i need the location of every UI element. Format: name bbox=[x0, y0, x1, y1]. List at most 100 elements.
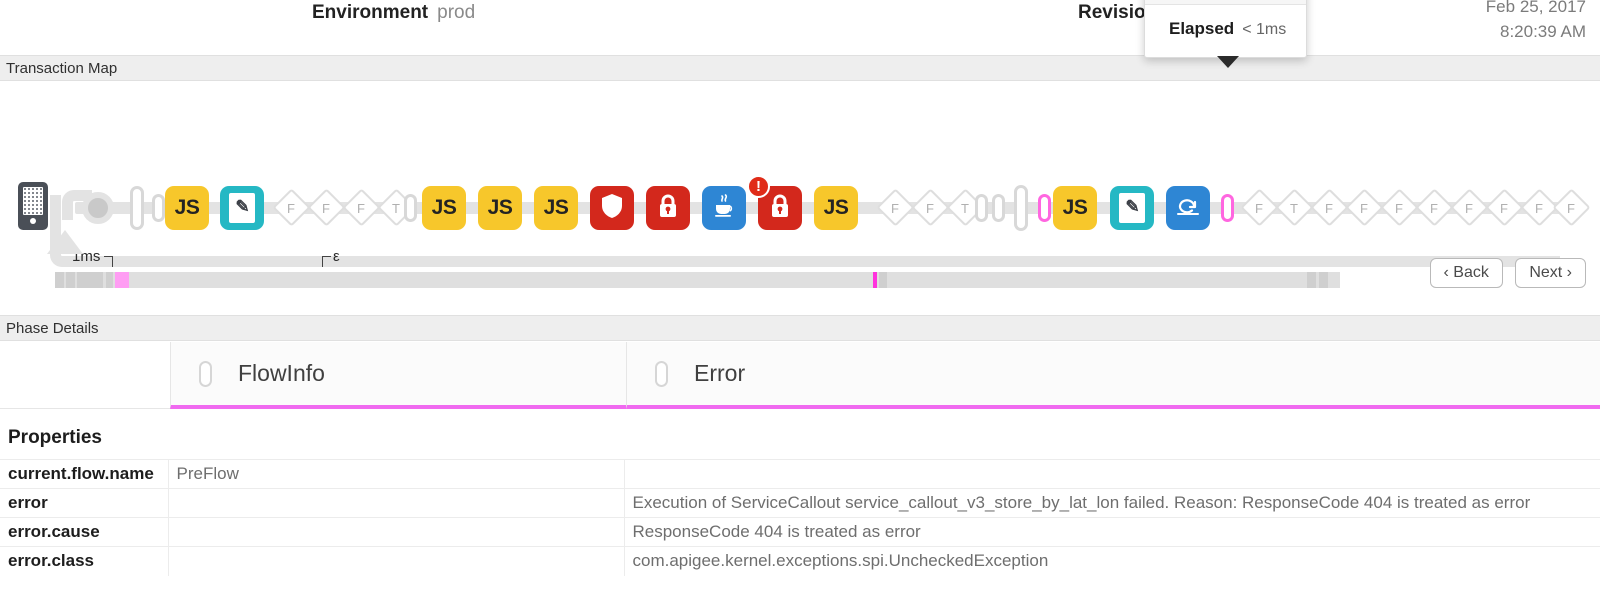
phase-detail-tabs[interactable]: FlowInfo Error bbox=[0, 342, 1600, 409]
timeline-segment[interactable] bbox=[66, 272, 75, 288]
javascript-policy-icon[interactable]: JS bbox=[165, 186, 209, 230]
phase-marker-icon[interactable] bbox=[404, 194, 417, 222]
flow-condition-icon[interactable]: F bbox=[1450, 189, 1488, 227]
flow-condition-icon[interactable]: F bbox=[272, 189, 310, 227]
timeline-segment[interactable] bbox=[115, 272, 129, 288]
timeline-epsilon-label: ε bbox=[333, 248, 340, 265]
next-button[interactable]: Next › bbox=[1515, 258, 1586, 288]
flow-condition-icon[interactable]: F bbox=[911, 189, 949, 227]
tab-error-label: Error bbox=[694, 360, 745, 387]
table-row: errorExecution of ServiceCallout service… bbox=[0, 489, 1600, 518]
pill-icon bbox=[199, 361, 212, 387]
timeline-segment[interactable] bbox=[1319, 272, 1328, 288]
transaction-map[interactable]: JS✎FFFTJSJSJS!JSFFTJS✎FTFFFFFFFF bbox=[0, 82, 1600, 232]
javascript-policy-icon[interactable]: JS bbox=[422, 186, 466, 230]
error-marker-icon[interactable] bbox=[1221, 194, 1234, 222]
timeline-segment[interactable] bbox=[873, 272, 877, 288]
timeline-bar[interactable] bbox=[55, 272, 1340, 288]
javascript-policy-icon: JS bbox=[814, 186, 858, 230]
property-flowinfo-value bbox=[168, 489, 624, 518]
javascript-policy-icon: JS bbox=[1053, 186, 1097, 230]
trace-page: Environmentprod Revision Feb 25, 2017 8:… bbox=[0, 0, 1600, 596]
flow-condition-icon[interactable]: F bbox=[876, 189, 914, 227]
phase-marker-tall-icon[interactable] bbox=[130, 186, 144, 230]
flow-condition-icon[interactable]: F bbox=[342, 189, 380, 227]
assign-message-policy-icon[interactable]: ✎ bbox=[220, 186, 264, 230]
spike-arrest-policy-icon[interactable] bbox=[590, 186, 634, 230]
flow-condition-icon[interactable]: F bbox=[1485, 189, 1523, 227]
environment-meta: Environment prod bbox=[312, 2, 475, 24]
environment-label: Environment bbox=[312, 2, 428, 23]
error-marker-icon[interactable] bbox=[1038, 194, 1051, 222]
phase-marker-icon[interactable] bbox=[992, 194, 1005, 222]
flow-condition-icon[interactable]: F bbox=[307, 189, 345, 227]
timeline-segment[interactable] bbox=[55, 272, 64, 288]
timeline-epsilon-tick-icon bbox=[322, 256, 331, 267]
flow-condition-label: T bbox=[1275, 189, 1313, 227]
flow-condition-icon[interactable]: F bbox=[1310, 189, 1348, 227]
assign-message-policy-icon[interactable]: ✎ bbox=[1110, 186, 1154, 230]
oauth-policy-error-icon: ! bbox=[758, 186, 802, 230]
javascript-policy-icon: JS bbox=[422, 186, 466, 230]
assign-message-policy-icon: ✎ bbox=[1110, 186, 1154, 230]
java-callout-policy-icon bbox=[702, 186, 746, 230]
timeline-scrubber[interactable]: 1ms ε bbox=[0, 248, 1600, 308]
spike-arrest-policy-icon bbox=[590, 186, 634, 230]
javascript-policy-icon[interactable]: JS bbox=[478, 186, 522, 230]
phase-marker-tall-icon[interactable] bbox=[1014, 185, 1028, 231]
javascript-policy-icon: JS bbox=[165, 186, 209, 230]
timeline-segment[interactable] bbox=[106, 272, 113, 288]
flow-condition-label: F bbox=[1310, 189, 1348, 227]
property-flowinfo-value bbox=[168, 547, 624, 576]
javascript-policy-icon: JS bbox=[534, 186, 578, 230]
flow-condition-icon[interactable]: F bbox=[1552, 189, 1590, 227]
oauth-policy-icon[interactable] bbox=[646, 186, 690, 230]
tooltip-elapsed-value: < 1ms bbox=[1242, 21, 1286, 38]
table-row: error.classcom.apigee.kernel.exceptions.… bbox=[0, 547, 1600, 576]
error-badge-icon: ! bbox=[747, 175, 770, 198]
javascript-policy-icon: JS bbox=[478, 186, 522, 230]
property-error-value: ResponseCode 404 is treated as error bbox=[624, 518, 1600, 547]
flow-condition-icon[interactable]: T bbox=[1275, 189, 1313, 227]
property-error-value: Execution of ServiceCallout service_call… bbox=[624, 489, 1600, 518]
table-row: current.flow.namePreFlow bbox=[0, 460, 1600, 489]
javascript-policy-icon[interactable]: JS bbox=[1053, 186, 1097, 230]
properties-table: current.flow.namePreFlowerrorExecution o… bbox=[0, 459, 1600, 576]
flow-condition-icon[interactable]: F bbox=[1240, 189, 1278, 227]
environment-value: prod bbox=[437, 2, 475, 23]
transaction-map-section-header: Transaction Map bbox=[0, 55, 1600, 81]
property-flowinfo-value bbox=[168, 518, 624, 547]
javascript-policy-icon[interactable]: JS bbox=[814, 186, 858, 230]
request-start-icon[interactable] bbox=[82, 192, 114, 224]
oauth-policy-error-icon[interactable]: ! bbox=[758, 186, 802, 230]
timeline-segment[interactable] bbox=[77, 272, 103, 288]
javascript-policy-icon[interactable]: JS bbox=[534, 186, 578, 230]
java-callout-policy-icon[interactable] bbox=[702, 186, 746, 230]
back-button[interactable]: ‹ Back bbox=[1430, 258, 1503, 288]
flow-condition-icon[interactable]: F bbox=[1415, 189, 1453, 227]
mobile-device-icon[interactable] bbox=[18, 182, 48, 230]
response-arrow-icon bbox=[47, 230, 83, 254]
flow-condition-label: F bbox=[1380, 189, 1418, 227]
timeline-navigation[interactable]: ‹ Back Next › bbox=[1422, 258, 1586, 288]
flow-condition-label: F bbox=[307, 189, 345, 227]
trace-time: 8:20:39 AM bbox=[1486, 19, 1586, 44]
flow-condition-icon[interactable]: F bbox=[1345, 189, 1383, 227]
flow-condition-label: F bbox=[1450, 189, 1488, 227]
tooltip-elapsed-label: Elapsed bbox=[1169, 19, 1234, 38]
property-key: error.cause bbox=[0, 518, 168, 547]
timeline-segment[interactable] bbox=[1307, 272, 1316, 288]
service-callout-policy-icon[interactable] bbox=[1166, 186, 1210, 230]
phase-details-section-header: Phase Details bbox=[0, 315, 1600, 341]
policy-tooltip[interactable]: Error Elapsed< 1ms bbox=[1144, 0, 1307, 58]
tab-error[interactable]: Error bbox=[626, 342, 1600, 409]
property-flowinfo-value: PreFlow bbox=[168, 460, 624, 489]
phase-marker-icon[interactable] bbox=[152, 194, 165, 222]
flow-condition-label: F bbox=[1415, 189, 1453, 227]
table-row: error.cause ResponseCode 404 is treated a… bbox=[0, 518, 1600, 547]
timeline-segment[interactable] bbox=[879, 272, 887, 288]
flow-condition-icon[interactable]: F bbox=[1380, 189, 1418, 227]
phase-marker-icon[interactable] bbox=[975, 194, 988, 222]
tab-flowinfo[interactable]: FlowInfo bbox=[170, 342, 626, 409]
flow-condition-label: F bbox=[1240, 189, 1278, 227]
